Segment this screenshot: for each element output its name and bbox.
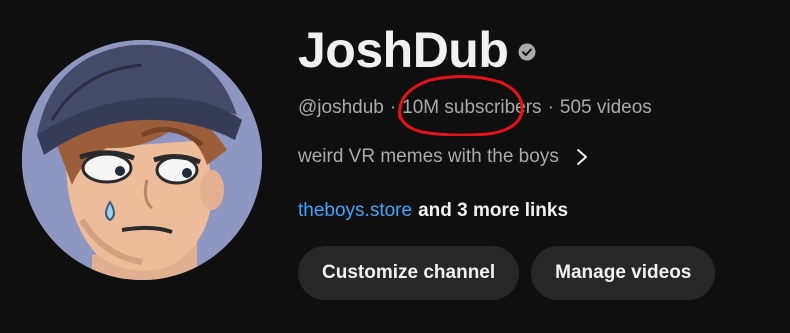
channel-link[interactable]: theboys.store bbox=[298, 200, 412, 221]
channel-name-row: JoshDub bbox=[298, 22, 536, 78]
chevron-right-icon bbox=[576, 149, 587, 165]
video-count: 505 videos bbox=[559, 97, 652, 118]
verified-checkmark-icon bbox=[518, 43, 536, 61]
subscriber-count: 10M subscribers bbox=[402, 97, 542, 118]
channel-description[interactable]: weird VR memes with the boys bbox=[298, 145, 589, 169]
avatar-image bbox=[22, 40, 262, 280]
separator-dot: · bbox=[547, 97, 554, 118]
channel-actions: Customize channel Manage videos bbox=[298, 246, 716, 300]
separator-dot: · bbox=[389, 97, 397, 118]
more-links[interactable]: and 3 more links bbox=[418, 200, 568, 221]
channel-links: theboys.store and 3 more links bbox=[298, 199, 568, 223]
channel-handle: @joshdub bbox=[298, 97, 384, 118]
customize-channel-button[interactable]: Customize channel bbox=[298, 246, 520, 300]
description-text: weird VR memes with the boys bbox=[298, 146, 559, 167]
channel-avatar[interactable] bbox=[22, 40, 262, 280]
manage-videos-button[interactable]: Manage videos bbox=[531, 246, 716, 300]
channel-name: JoshDub bbox=[298, 22, 509, 78]
channel-metadata: @joshdub · 10M subscribers · 505 videos bbox=[298, 96, 652, 120]
